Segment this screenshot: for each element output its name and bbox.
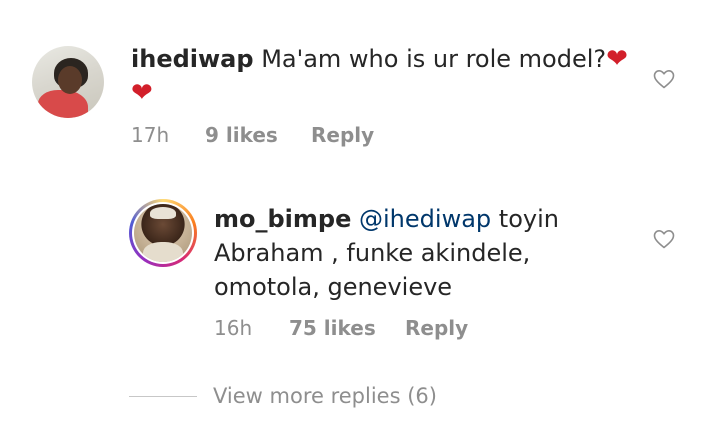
heart-emoji: ❤	[606, 44, 628, 74]
avatar-ihediwap[interactable]	[32, 46, 104, 118]
reply-button[interactable]: Reply	[405, 316, 468, 340]
avatar-face	[58, 66, 82, 94]
reply-time: 16h	[214, 316, 253, 340]
avatar-shirt	[38, 90, 88, 118]
heart-emoji: ❤	[131, 78, 153, 108]
mention-link[interactable]: @ihediwap	[359, 205, 491, 233]
reply-button[interactable]: Reply	[311, 123, 374, 147]
view-more-replies-button[interactable]: View more replies (6)	[213, 384, 437, 408]
avatar-mo-bimpe[interactable]	[134, 204, 192, 262]
reply-username[interactable]: mo_bimpe	[214, 205, 351, 233]
reply-text-line2: Abraham , funke akindele,	[214, 239, 531, 267]
replies-divider	[129, 396, 197, 397]
comment-time: 17h	[131, 123, 170, 147]
likes-count[interactable]: 9 likes	[205, 123, 278, 147]
reply-text-line1: toyin	[498, 205, 559, 233]
heart-outline-icon[interactable]	[651, 227, 677, 251]
heart-outline-icon[interactable]	[651, 67, 677, 91]
comment-body: ihediwap Ma'am who is ur role model?❤ ❤	[131, 42, 631, 110]
avatar-garment	[143, 242, 183, 262]
likes-count[interactable]: 75 likes	[289, 316, 376, 340]
reply-body: mo_bimpe @ihediwap toyin Abraham , funke…	[214, 202, 634, 304]
avatar-headwrap	[150, 207, 176, 219]
comment-text: Ma'am who is ur role model?	[261, 45, 607, 73]
comment-username[interactable]: ihediwap	[131, 45, 254, 73]
reply-text-line3: omotola, genevieve	[214, 273, 453, 301]
